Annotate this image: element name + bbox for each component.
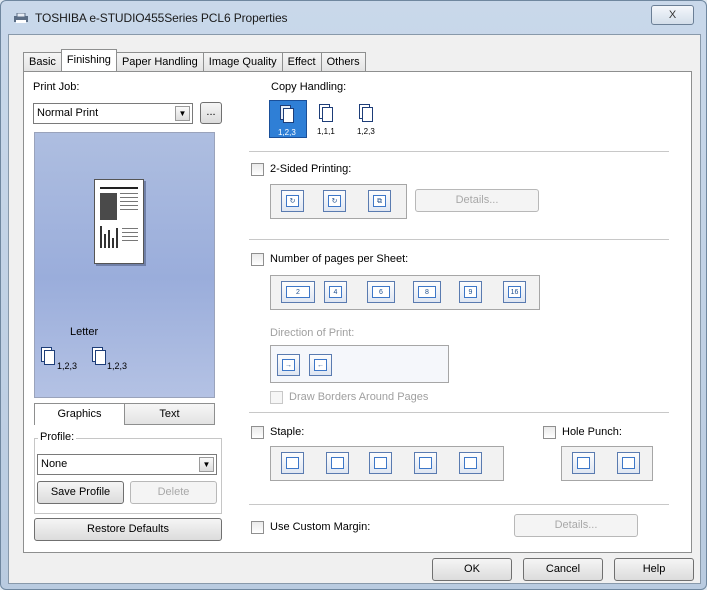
copy-handling-label: Copy Handling:	[271, 81, 347, 93]
printer-icon	[14, 13, 28, 23]
preview-paper-size: Letter	[70, 326, 99, 338]
save-profile-button[interactable]: Save Profile	[37, 481, 124, 504]
nup-9-option[interactable]: 9	[459, 281, 482, 303]
cancel-button[interactable]: Cancel	[523, 558, 603, 581]
collate-option[interactable]: 1,2,3	[269, 100, 307, 138]
profile-label: Profile:	[38, 431, 77, 443]
duplex-long-edge-option[interactable]: ↻	[281, 190, 304, 212]
staple-top-right-option[interactable]	[326, 452, 349, 474]
print-job-value: Normal Print	[37, 107, 99, 119]
collate-order: 1,2,3	[278, 128, 296, 137]
nup-6-option[interactable]: 6	[367, 281, 395, 303]
draw-borders-checkbox[interactable]	[270, 391, 283, 404]
tab-others[interactable]: Others	[320, 52, 366, 71]
two-sided-label: 2-Sided Printing:	[270, 163, 352, 175]
copy-handling-options: 1,2,3 1,1,1 1,2,3	[269, 100, 384, 138]
staple-top-left-option[interactable]	[281, 452, 304, 474]
divider	[249, 239, 669, 240]
stack-order: 1,2,3	[357, 127, 375, 136]
nup-2-option[interactable]: 2	[281, 281, 315, 303]
window-title: TOSHIBA e-STUDIO455Series PCL6 Propertie…	[35, 11, 288, 25]
duplex-short-edge-option[interactable]: ↻	[323, 190, 346, 212]
pages-per-sheet-label: Number of pages per Sheet:	[270, 253, 409, 265]
staple-label: Staple:	[270, 426, 305, 438]
tab-finishing[interactable]: Finishing	[60, 49, 117, 71]
staple-options	[270, 446, 504, 481]
direction-of-print-options: → ←	[270, 345, 449, 383]
tab-strip: Basic Finishing Paper Handling Image Qua…	[23, 49, 366, 72]
custom-margin-details-button[interactable]: Details...	[514, 514, 638, 537]
print-job-select[interactable]: Normal Print ▼	[33, 103, 193, 124]
chevron-down-icon: ▼	[175, 106, 190, 121]
finishing-tab-page: Print Job: Normal Print ▼ ... Letter 1,2…	[23, 71, 692, 553]
draw-borders-label: Draw Borders Around Pages	[289, 391, 429, 403]
staple-saddle-option[interactable]	[459, 452, 482, 474]
left-to-right-option[interactable]: →	[277, 354, 300, 376]
divider	[249, 151, 669, 152]
custom-margin-label: Use Custom Margin:	[270, 521, 371, 533]
preview-order-1: 1,2,3	[57, 361, 78, 371]
hole-punch-options	[561, 446, 653, 481]
dialog-window: TOSHIBA e-STUDIO455Series PCL6 Propertie…	[0, 0, 707, 590]
print-job-browse-button[interactable]: ...	[200, 102, 222, 124]
nup-4-option[interactable]: 4	[324, 281, 347, 303]
title-bar: TOSHIBA e-STUDIO455Series PCL6 Propertie…	[1, 1, 706, 35]
preview-order-2: 1,2,3	[107, 361, 128, 371]
stack-option[interactable]: 1,2,3	[349, 100, 387, 138]
direction-of-print-label: Direction of Print:	[270, 327, 355, 339]
tab-basic[interactable]: Basic	[23, 52, 62, 71]
group-order: 1,1,1	[317, 127, 335, 136]
ok-button[interactable]: OK	[432, 558, 512, 581]
tab-graphics[interactable]: Graphics	[34, 403, 125, 425]
close-button[interactable]: X	[651, 5, 694, 25]
hole-punch-checkbox[interactable]	[543, 426, 556, 439]
divider	[249, 504, 669, 505]
punch-left-option[interactable]	[617, 452, 640, 474]
divider	[249, 412, 669, 413]
punch-top-option[interactable]	[572, 452, 595, 474]
pages-per-sheet-options: 2 4 6 8 9 16	[270, 275, 540, 310]
booklet-option[interactable]: ⧉	[368, 190, 391, 212]
profile-value: None	[41, 458, 68, 470]
tab-effect[interactable]: Effect	[281, 52, 322, 71]
two-sided-options: ↻ ↻ ⧉	[270, 184, 407, 219]
pages-per-sheet-checkbox[interactable]	[251, 253, 264, 266]
hole-punch-label: Hole Punch:	[562, 426, 622, 438]
right-to-left-option[interactable]: ←	[309, 354, 332, 376]
help-button[interactable]: Help	[614, 558, 694, 581]
nup-8-option[interactable]: 8	[413, 281, 441, 303]
group-option[interactable]: 1,1,1	[309, 100, 347, 138]
tab-paper-handling[interactable]: Paper Handling	[115, 52, 204, 71]
profile-select[interactable]: None ▼	[37, 454, 217, 475]
preview-paper-icon	[94, 179, 144, 264]
nup-16-option[interactable]: 16	[503, 281, 526, 303]
two-sided-checkbox[interactable]	[251, 163, 264, 176]
restore-defaults-button[interactable]: Restore Defaults	[34, 518, 222, 541]
delete-profile-button[interactable]: Delete	[130, 481, 217, 504]
staple-left-double-option[interactable]	[414, 452, 437, 474]
tab-image-quality[interactable]: Image Quality	[202, 52, 283, 71]
custom-margin-checkbox[interactable]	[251, 521, 264, 534]
two-sided-details-button[interactable]: Details...	[415, 189, 539, 212]
staple-top-double-option[interactable]	[369, 452, 392, 474]
staple-checkbox[interactable]	[251, 426, 264, 439]
chevron-down-icon: ▼	[199, 457, 214, 472]
tab-text[interactable]: Text	[124, 403, 215, 425]
print-job-label: Print Job:	[33, 81, 80, 93]
page-preview: Letter 1,2,3 1,2,3	[34, 132, 215, 398]
